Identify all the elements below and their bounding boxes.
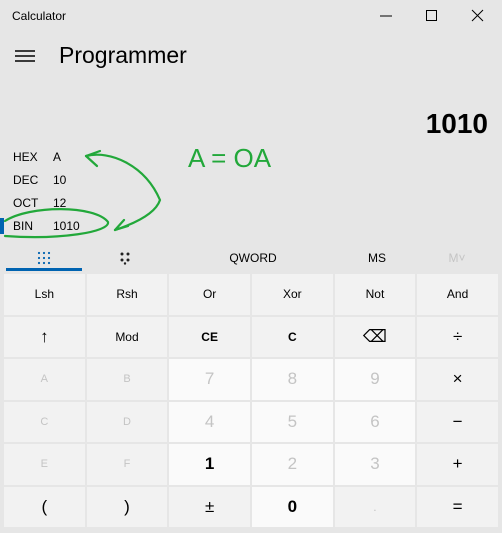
rsh-button[interactable]: Rsh [86, 274, 168, 315]
or-button[interactable]: Or [169, 274, 250, 315]
radix-row-hex[interactable]: HEX A [0, 146, 140, 168]
keypad-icon [37, 251, 51, 265]
radix-label: DEC [13, 173, 39, 187]
minimize-icon [380, 15, 392, 17]
close-button[interactable] [455, 0, 501, 32]
multiply-button[interactable]: × [417, 359, 498, 400]
page-title: Programmer [59, 42, 187, 68]
radix-row-dec[interactable]: DEC 10 [0, 169, 140, 191]
hex-e-button[interactable]: E [4, 444, 85, 485]
digit-6-button[interactable]: 6 [334, 401, 416, 442]
keypad: Lsh Rsh Or Xor Not And ↑ Mod CE C ⌫ ÷ A B 7 8 9 × C D 4 5 6− E F… [4, 274, 498, 527]
subtract-button[interactable]: − [417, 401, 498, 442]
memory-recall-button[interactable]: M˅ [430, 244, 484, 272]
word-size-button[interactable]: QWORD [215, 244, 291, 272]
mode-tabs: QWORD MS M˅ [0, 244, 502, 272]
clear-entry-button[interactable]: CE [169, 316, 250, 357]
hex-b-button[interactable]: B [86, 359, 168, 400]
annotation-text: A = OA [188, 143, 272, 173]
add-button[interactable]: + [417, 444, 498, 485]
hex-f-button[interactable]: F [86, 444, 168, 485]
radix-label: BIN [13, 219, 34, 233]
selection-indicator [0, 218, 4, 234]
radix-label: OCT [13, 196, 39, 210]
hex-c-button[interactable]: C [4, 401, 85, 442]
maximize-icon [426, 10, 437, 21]
digit-9-button[interactable]: 9 [334, 359, 416, 400]
backspace-button[interactable]: ⌫ [334, 316, 416, 357]
radix-row-bin[interactable]: BIN 1010 [0, 215, 140, 237]
xor-button[interactable]: Xor [251, 274, 333, 315]
digit-3-button[interactable]: 3 [334, 444, 416, 485]
bit-toggle-icon [120, 252, 130, 265]
result-display: 1010 [425, 108, 488, 139]
digit-2-button[interactable]: 2 [251, 444, 333, 485]
tab-bit-toggle[interactable] [90, 244, 160, 272]
maximize-button[interactable] [409, 0, 455, 32]
radix-value: 10 [53, 173, 67, 187]
minimize-button[interactable] [363, 0, 409, 32]
menu-button[interactable] [8, 42, 42, 72]
title-bar: Calculator [0, 0, 502, 32]
radix-value: 1010 [53, 219, 80, 233]
clear-button[interactable]: C [251, 316, 333, 357]
equals-button[interactable]: = [417, 486, 498, 527]
lsh-button[interactable]: Lsh [4, 274, 85, 315]
and-button[interactable]: And [417, 274, 498, 315]
digit-8-button[interactable]: 8 [251, 359, 333, 400]
digit-0-button[interactable]: 0 [251, 486, 333, 527]
close-paren-button[interactable]: ) [86, 486, 168, 527]
mod-button[interactable]: Mod [86, 316, 168, 357]
divide-button[interactable]: ÷ [417, 316, 498, 357]
open-paren-button[interactable]: ( [4, 486, 85, 527]
digit-5-button[interactable]: 5 [251, 401, 333, 442]
digit-7-button[interactable]: 7 [169, 359, 250, 400]
not-button[interactable]: Not [334, 274, 416, 315]
radix-row-oct[interactable]: OCT 12 [0, 192, 140, 214]
digit-4-button[interactable]: 4 [169, 401, 250, 442]
decimal-button[interactable]: . [334, 486, 416, 527]
app-title: Calculator [12, 9, 67, 23]
hamburger-icon [15, 50, 35, 62]
close-icon [471, 9, 484, 22]
shift-up-button[interactable]: ↑ [4, 316, 85, 357]
hex-a-button[interactable]: A [4, 359, 85, 400]
radix-value: A [53, 150, 62, 164]
memory-store-button[interactable]: MS [350, 244, 404, 272]
radix-value: 12 [53, 196, 67, 210]
radix-label: HEX [13, 150, 38, 164]
negate-button[interactable]: ± [169, 486, 250, 527]
hex-d-button[interactable]: D [86, 401, 168, 442]
tab-active-indicator [6, 268, 82, 271]
digit-1-button[interactable]: 1 [169, 444, 250, 485]
